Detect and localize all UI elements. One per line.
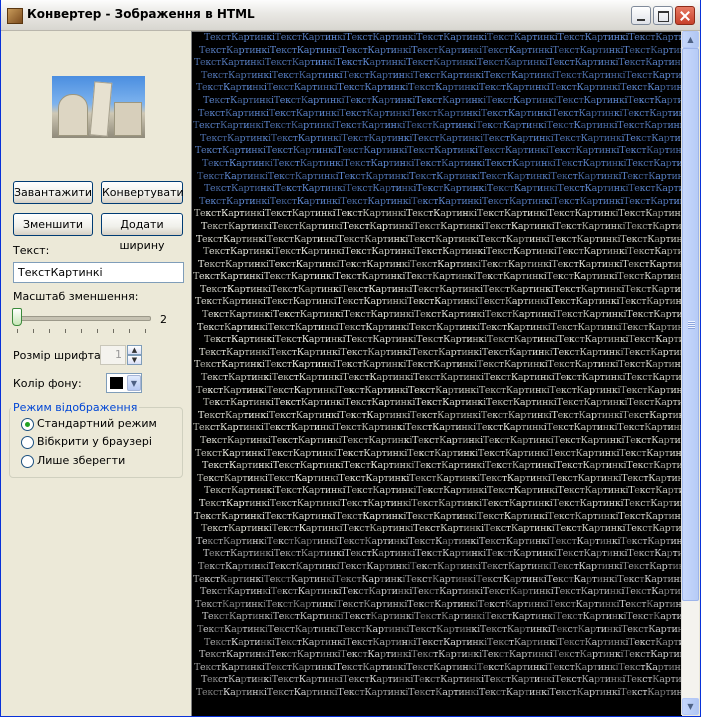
ascii-row: ТекстКартинкіТекстКартинкіТекстКартинкіТ… [196,82,682,94]
ascii-row: ТекстКартинкіТекстКартинкіТекстКартинкіТ… [195,145,682,157]
ascii-row: ТекстКартинкіТекстКартинкіТекстКартинкіТ… [202,157,682,169]
ascii-row: ТекстКартинкіТекстКартинкіТекстКартинкіТ… [204,183,682,195]
radio-open-browser[interactable] [21,436,34,449]
radio-save-only[interactable] [21,455,34,468]
convert-button[interactable]: Конвертувати [101,181,184,204]
ascii-row: ТекстКартинкіТекстКартинкіТекстКартинкіТ… [194,510,682,522]
ascii-row: ТекстКартинкіТекстКартинкіТекстКартинкіТ… [200,132,682,144]
load-button[interactable]: Завантажити [13,181,93,204]
ascii-row: ТекстКартинкіТекстКартинкіТекстКартинкіТ… [201,674,682,686]
grip-icon [688,321,695,329]
bg-color-label: Колір фону: [13,377,82,390]
font-size-field[interactable]: 1 [100,345,126,365]
ascii-row: ТекстКартинкіТекстКартинкіТекстКартинкіТ… [202,460,682,472]
ascii-row: ТекстКартинкіТекстКартинкіТекстКартинкіТ… [197,170,682,182]
radio-standard[interactable] [21,418,34,431]
ascii-row: ТекстКартинкіТекстКартинкіТекстКартинкіТ… [194,359,682,371]
ascii-row: ТекстКартинкіТекстКартинкіТекстКартинкіТ… [195,296,682,308]
ascii-row: ТекстКартинкіТекстКартинкіТекстКартинкіТ… [198,258,682,270]
ascii-row: ТекстКартинкіТекстКартинкіТекстКартинкіТ… [196,686,682,698]
scroll-down-icon[interactable]: ▼ [682,698,699,715]
ascii-row: ТекстКартинкіТекстКартинкіТекстКартинкіТ… [204,485,682,497]
ascii-row: ТекстКартинкіТекстКартинкіТекстКартинкіТ… [198,560,682,572]
ascii-row: ТекстКартинкіТекстКартинкіТекстКартинкіТ… [194,661,682,673]
maximize-icon[interactable] [653,6,673,25]
window-title: Конвертер - Зображення в HTML [27,7,255,21]
ascii-row: ТекстКартинкіТекстКартинкіТекстКартинкіТ… [202,611,682,623]
ascii-row: ТекстКартинкіТекстКартинкіТекстКартинкіТ… [204,636,682,648]
ascii-row: ТекстКартинкіТекстКартинкіТекстКартинкіТ… [193,120,682,132]
ascii-row: ТекстКартинкіТекстКартинкіТекстКартинкіТ… [197,623,682,635]
ascii-row: ТекстКартинкіТекстКартинкіТекстКартинкіТ… [201,523,682,535]
ascii-row: ТекстКартинкіТекстКартинкіТекстКартинкіТ… [197,321,682,333]
ascii-row: ТекстКартинкіТекстКартинкіТекстКартинкіТ… [200,435,682,446]
ascii-row: ТекстКартинкіТекстКартинкіТекстКартинкіТ… [204,32,682,43]
ascii-row: ТекстКартинкіТекстКартинкіТекстКартинкіТ… [199,44,682,56]
ascii-row: ТекстКартинкіТекстКартинкіТекстКартинкіТ… [203,397,682,409]
radio-standard-label[interactable]: Стандартний режим [37,417,157,430]
ascii-row: ТекстКартинкіТекстКартинкіТекстКартинкіТ… [199,346,682,358]
control-panel: Завантажити Конвертувати Зменшити Додати… [1,31,189,715]
ascii-row: ТекстКартинкіТекстКартинкіТекстКартинкіТ… [204,334,682,346]
font-size-label: Розмір шрифта: [13,349,105,362]
ascii-row: ТекстКартинкіТекстКартинкіТекстКартинкіТ… [201,372,682,384]
scroll-up-icon[interactable]: ▲ [682,31,699,48]
close-icon[interactable] [675,6,695,25]
ascii-row: ТекстКартинкіТекстКартинкіТекстКартинкіТ… [197,472,682,484]
title-bar[interactable]: Конвертер - Зображення в HTML [1,0,700,31]
add-width-button[interactable]: Додати ширину [101,213,183,252]
ascii-row: ТекстКартинкіТекстКартинкіТекстКартинкіТ… [195,598,682,610]
text-input[interactable]: ТекстКартинкі [13,262,184,283]
image-preview [52,76,145,138]
ascii-row: ТекстКартинкіТекстКартинкіТекстКартинкіТ… [199,649,682,661]
color-swatch [110,377,123,389]
minimize-icon[interactable] [631,6,651,25]
ascii-row: ТекстКартинкіТекстКартинкіТекстКартинкіТ… [203,94,682,106]
chevron-down-icon[interactable]: ▼ [127,375,141,391]
vertical-scrollbar[interactable]: ▲ ▼ [681,31,699,715]
ascii-row: ТекстКартинкіТекстКартинкіТекстКартинкіТ… [198,107,682,119]
radio-save-only-label[interactable]: Лише зберегти [37,454,125,467]
ascii-row: ТекстКартинкіТекстКартинкіТекстКартинкіТ… [196,233,682,245]
ascii-row: ТекстКартинкіТекстКартинкіТекстКартинкіТ… [199,195,682,207]
ascii-row: ТекстКартинкіТекстКартинкіТекстКартинкіТ… [199,497,682,509]
spin-up-icon[interactable]: ▲ [127,345,142,355]
ascii-output: ТекстКартинкіТекстКартинкіТекстКартинкіТ… [191,31,682,716]
ascii-row: ТекстКартинкіТекстКартинкіТекстКартинкіТ… [203,246,682,258]
font-size-spinner[interactable]: 1 ▲ ▼ [100,345,142,365]
ascii-row: ТекстКартинкіТекстКартинкіТекстКартинкіТ… [196,384,682,396]
scale-slider-track[interactable] [15,316,151,321]
ascii-row: ТекстКартинкіТекстКартинкіТекстКартинкіТ… [203,548,682,560]
ascii-row: ТекстКартинкіТекстКартинкіТекстКартинкіТ… [194,208,682,220]
bg-color-picker[interactable]: ▼ [106,373,142,393]
radio-open-browser-label[interactable]: Вібкрити у браузері [37,435,152,448]
display-mode-title: Режим відображення [11,401,140,414]
ascii-row: ТекстКартинкіТекстКартинкіТекстКартинкіТ… [193,573,682,585]
scale-label: Масштаб зменшення: [13,290,139,303]
shrink-button[interactable]: Зменшити [13,213,93,236]
text-label: Текст: [13,244,50,257]
ascii-row: ТекстКартинкіТекстКартинкіТекстКартинкіТ… [195,447,682,459]
ascii-row: ТекстКартинкіТекстКартинкіТекстКартинкіТ… [201,220,682,232]
ascii-row: ТекстКартинкіТекстКартинкіТекстКартинкіТ… [201,69,682,81]
scale-slider-thumb[interactable] [12,308,22,326]
ascii-row: ТекстКартинкіТекстКартинкіТекстКартинкіТ… [193,422,682,434]
spin-down-icon[interactable]: ▼ [127,355,142,365]
app-icon [7,8,23,24]
app-window: Конвертер - Зображення в HTML Завантажит… [0,0,701,717]
scale-value: 2 [160,313,167,326]
ascii-row: ТекстКартинкіТекстКартинкіТекстКартинкіТ… [200,283,682,295]
ascii-row: ТекстКартинкіТекстКартинкіТекстКартинкіТ… [193,271,682,283]
ascii-row: ТекстКартинкіТекстКартинкіТекстКартинкіТ… [198,409,682,421]
scroll-thumb[interactable] [682,48,699,601]
ascii-row: ТекстКартинкіТекстКартинкіТекстКартинкіТ… [196,535,682,547]
ascii-row: ТекстКартинкіТекстКартинкіТекстКартинкіТ… [200,586,682,598]
ascii-row: ТекстКартинкіТекстКартинкіТекстКартинкіТ… [194,57,682,69]
ascii-row: ТекстКартинкіТекстКартинкіТекстКартинкіТ… [202,309,682,321]
